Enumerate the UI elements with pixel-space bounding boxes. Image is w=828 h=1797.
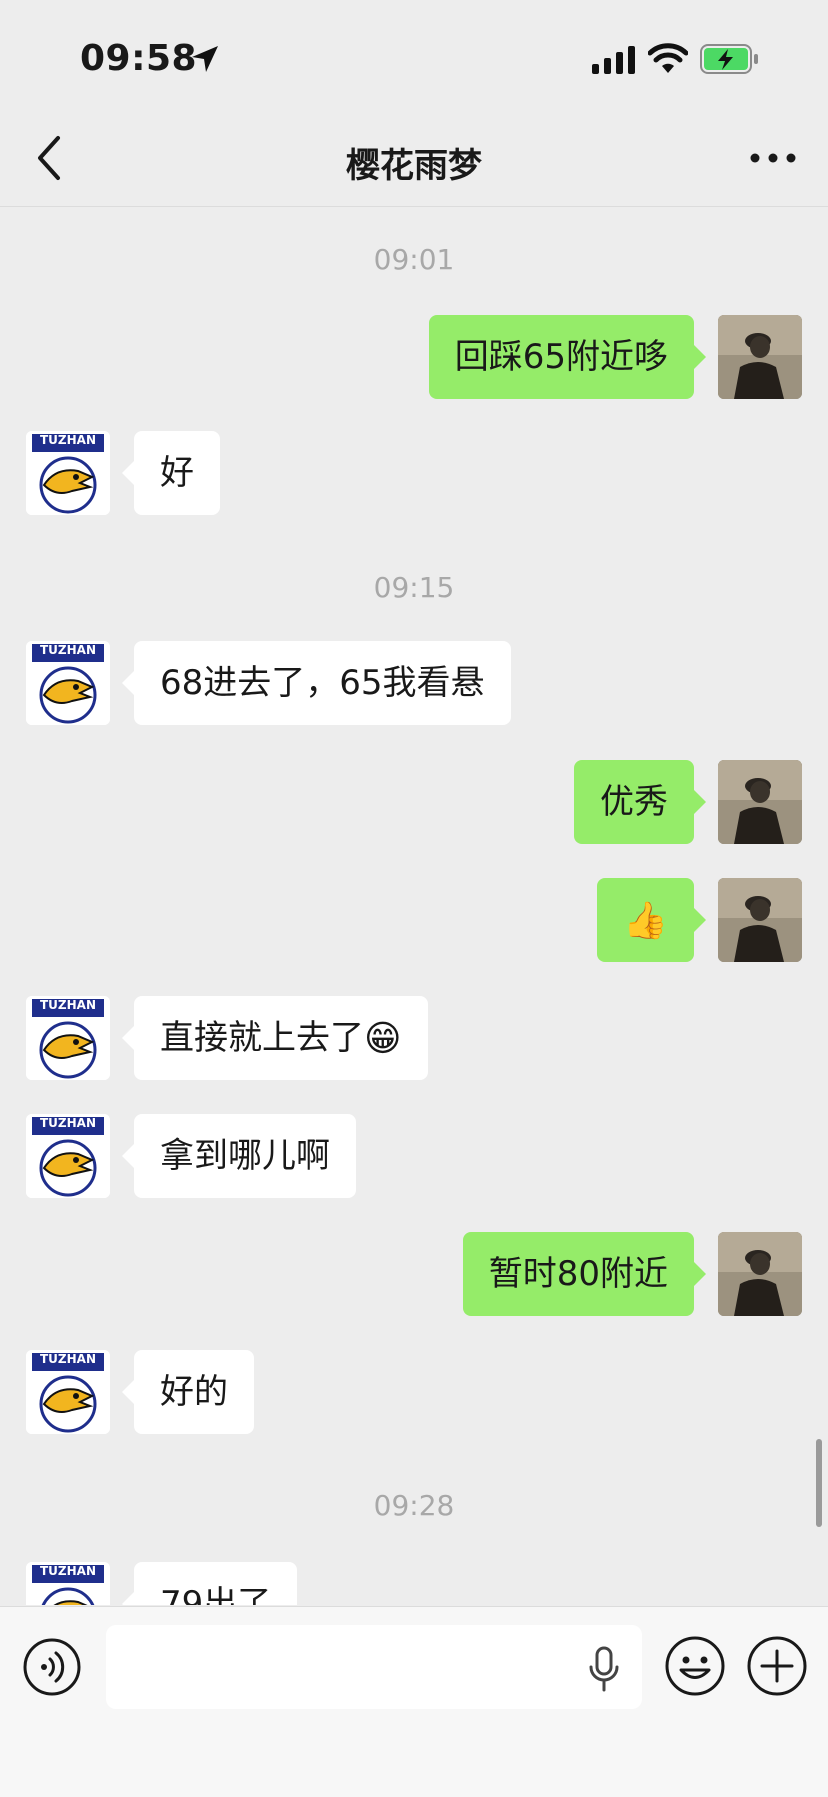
status-bar: 09:58 (0, 0, 828, 110)
chat-header: 樱花雨梦 (0, 110, 828, 207)
received-message-bubble[interactable]: 79出了 (121, 1562, 298, 1605)
silhouette-avatar-image (718, 878, 802, 962)
microphone-icon[interactable] (586, 1645, 622, 1693)
wifi-icon (648, 43, 688, 73)
my-avatar[interactable] (718, 1232, 802, 1316)
contact-avatar[interactable]: TUZHAN (26, 1350, 110, 1434)
my-avatar[interactable] (718, 315, 802, 399)
sent-message-bubble[interactable]: 👍 (597, 878, 706, 962)
thumbs-up-emoji-icon: 👍 (623, 900, 668, 942)
contact-avatar[interactable]: TUZHAN (26, 641, 110, 725)
avatar-logo-text: TUZHAN (39, 998, 96, 1012)
more-functions-plus-icon[interactable] (746, 1635, 808, 1697)
avatar-logo-text: TUZHAN (39, 433, 96, 447)
silhouette-avatar-image (718, 315, 802, 399)
received-message-bubble[interactable]: 好的 (122, 1350, 254, 1434)
cellular-signal-icon (592, 46, 635, 74)
battery-charging-icon (700, 44, 758, 74)
silhouette-avatar-image (718, 760, 802, 844)
sent-message-bubble[interactable]: 回踩65附近哆 (428, 315, 707, 399)
message-timestamp: 09:28 (373, 1489, 455, 1522)
received-message-bubble[interactable]: 68进去了，65我看悬 (122, 641, 511, 725)
avatar-logo-text: TUZHAN (39, 643, 96, 657)
message-input[interactable] (106, 1625, 642, 1709)
contact-avatar[interactable]: TUZHAN (26, 1114, 110, 1198)
my-avatar[interactable] (718, 760, 802, 844)
silhouette-avatar-image (718, 1232, 802, 1316)
location-arrow-icon (192, 46, 218, 72)
grinning-face-emoji-icon: 😁 (364, 1018, 402, 1060)
chat-title: 樱花雨梦 (346, 146, 482, 186)
voice-input-toggle-icon[interactable] (22, 1637, 82, 1697)
avatar-logo-text: TUZHAN (39, 1352, 96, 1366)
contact-avatar[interactable]: TUZHAN (26, 1562, 110, 1605)
status-time: 09:58 (80, 38, 198, 79)
contact-avatar[interactable]: TUZHAN (26, 431, 110, 515)
input-toolbar (0, 1606, 828, 1797)
avatar-logo-text: TUZHAN (39, 1116, 96, 1130)
message-timestamp: 09:15 (373, 571, 455, 604)
contact-avatar[interactable]: TUZHAN (26, 996, 110, 1080)
received-message-bubble[interactable]: 拿到哪儿啊 (122, 1114, 356, 1198)
message-timestamp: 09:01 (373, 243, 455, 276)
received-message-bubble[interactable]: 直接就上去了😁 (122, 996, 428, 1080)
message-text: 直接就上去了 (160, 1018, 364, 1058)
message-list[interactable]: 09:01 回踩65附近哆 TUZHAN 好 09:15 TUZHAN 68进去… (0, 207, 828, 1605)
received-message-bubble[interactable]: 好 (122, 431, 220, 515)
my-avatar[interactable] (718, 878, 802, 962)
avatar-logo-text: TUZHAN (39, 1564, 96, 1578)
scrollbar[interactable] (816, 1439, 822, 1527)
more-options-icon[interactable] (746, 140, 800, 176)
sent-message-bubble[interactable]: 优秀 (574, 760, 706, 844)
emoji-picker-icon[interactable] (664, 1635, 726, 1697)
sent-message-bubble[interactable]: 暂时80附近 (462, 1232, 707, 1316)
